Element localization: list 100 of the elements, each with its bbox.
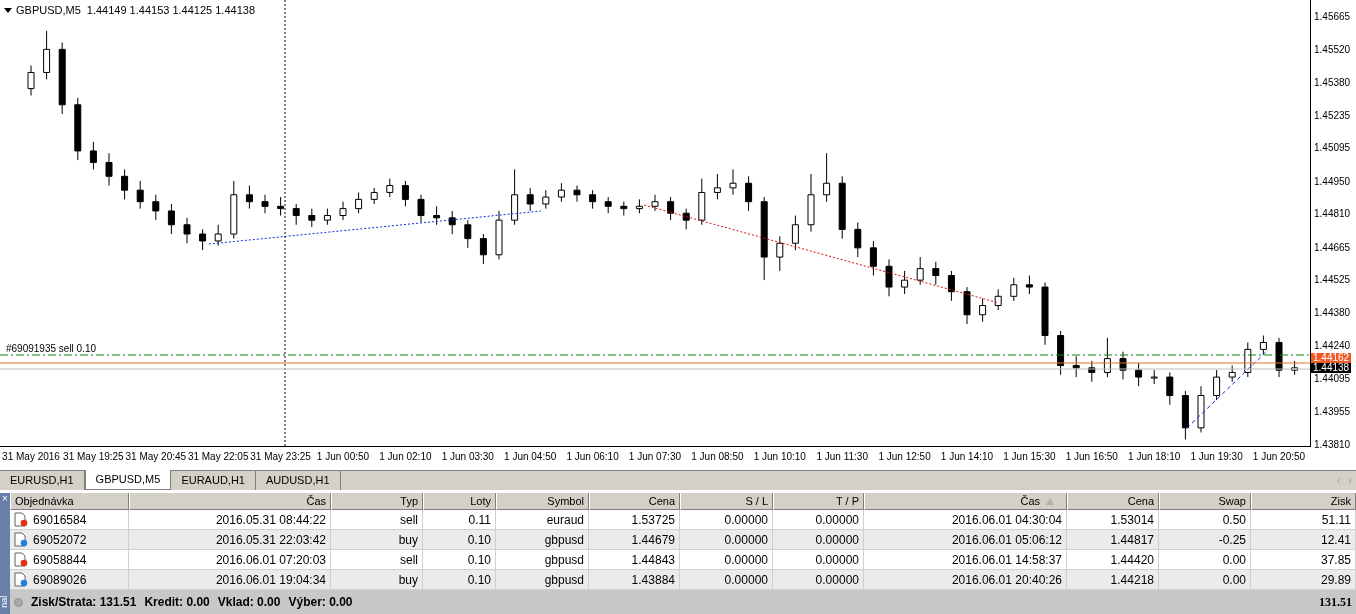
price-tick: 1.43810 [1314, 439, 1351, 451]
close-icon[interactable]: × [2, 493, 8, 505]
candle [464, 219, 472, 249]
candle [1244, 341, 1252, 378]
time-tick: 1 Jun 16:50 [1065, 451, 1118, 463]
candle [27, 65, 35, 97]
time-tick: 31 May 19:25 [63, 451, 124, 463]
candle [542, 189, 550, 210]
candle [199, 228, 207, 251]
candle [823, 152, 831, 203]
candle [1057, 330, 1065, 376]
candle [729, 168, 737, 196]
time-tick: 1 Jun 11:30 [816, 451, 868, 463]
candle [604, 196, 612, 214]
candle [1072, 355, 1080, 378]
chart-tab[interactable]: EURAUD,H1 [171, 470, 256, 490]
candle [807, 173, 815, 233]
candle [121, 168, 129, 200]
candle [1181, 390, 1189, 440]
candle [1088, 360, 1096, 383]
chart-tab[interactable]: EURUSD,H1 [0, 470, 85, 490]
time-tick: 1 Jun 07:30 [628, 451, 682, 463]
price-tick: 1.44950 [1314, 175, 1351, 188]
candle [791, 215, 799, 251]
candle [417, 194, 425, 223]
candle [1228, 365, 1236, 383]
candle [386, 178, 394, 198]
candle [979, 298, 987, 323]
candle [620, 201, 628, 217]
time-tick: 1 Jun 18:10 [1128, 451, 1181, 463]
candle [74, 97, 82, 161]
candle [167, 203, 175, 235]
candle [1197, 385, 1205, 433]
candle [1119, 351, 1127, 380]
candle [1041, 281, 1049, 346]
candle [1213, 369, 1221, 401]
candle [667, 196, 675, 221]
candle [370, 187, 378, 205]
candle [1150, 369, 1158, 385]
price-tick: 1.44525 [1314, 274, 1351, 286]
summary-value: Výber: 0.00 [288, 594, 353, 611]
price-tick: 1.44240 [1314, 339, 1351, 352]
chart-tab[interactable]: AUDUSD,H1 [255, 470, 341, 490]
candle [89, 141, 97, 170]
candle [1025, 275, 1033, 295]
candle [43, 30, 51, 80]
time-tick: 31 May 22:05 [187, 451, 249, 463]
candle [916, 256, 924, 286]
price-badge: 1.44138 [1311, 363, 1352, 373]
order-number: 69016584 [33, 511, 87, 529]
candle [947, 270, 955, 302]
candle [323, 208, 331, 226]
candle [932, 261, 940, 286]
candle [557, 182, 565, 203]
candle [511, 168, 519, 226]
time-tick: 1 Jun 10:10 [753, 451, 806, 463]
candle [745, 175, 753, 212]
candle [682, 208, 690, 230]
candle [854, 221, 862, 258]
time-tick: 1 Jun 15:30 [1003, 451, 1056, 463]
price-tick: 1.44380 [1314, 307, 1351, 320]
time-tick: 1 Jun 06:10 [566, 451, 619, 463]
price-tick: 1.45665 [1314, 10, 1351, 23]
chart-tab[interactable]: GBPUSD,M5 [84, 470, 172, 490]
candle [339, 201, 347, 221]
candle [214, 224, 222, 247]
candle [885, 258, 893, 297]
caret-icon[interactable] [4, 7, 12, 13]
candle [230, 180, 238, 240]
candle [573, 185, 581, 203]
candle [1166, 371, 1174, 406]
time-tick: 1 Jun 12:50 [878, 451, 931, 463]
candle [651, 194, 659, 212]
candle [355, 191, 363, 214]
ohlc-values: 1.44149 1.44153 1.44125 1.44138 [86, 3, 255, 18]
candle [698, 178, 706, 226]
candle [1135, 362, 1143, 387]
price-tick: 1.44810 [1314, 208, 1351, 221]
candle [277, 196, 285, 217]
time-tick: 1 Jun 19:30 [1190, 451, 1243, 463]
candle [1291, 360, 1299, 376]
price-tick: 1.45520 [1314, 44, 1351, 57]
time-tick: 1 Jun 03:30 [441, 451, 494, 463]
candle [245, 185, 253, 210]
candle [401, 180, 409, 207]
order-number: 69089026 [33, 571, 87, 589]
order-number: 69052072 [33, 531, 87, 549]
time-tick: 1 Jun 08:50 [691, 451, 744, 463]
candle [479, 233, 487, 265]
time-tick: 1 Jun 14:10 [940, 451, 994, 463]
candle [1259, 335, 1267, 355]
order-number: 69058844 [33, 551, 87, 569]
candle [448, 210, 456, 235]
candle [526, 187, 534, 212]
candle [1010, 277, 1018, 302]
candle [152, 194, 160, 221]
price-badge: 1.44162 [1311, 353, 1352, 363]
time-tick: 1 Jun 02:10 [379, 451, 432, 463]
price-tick: 1.43955 [1314, 405, 1351, 418]
order-label: #69091935 sell 0.10 [6, 343, 97, 355]
